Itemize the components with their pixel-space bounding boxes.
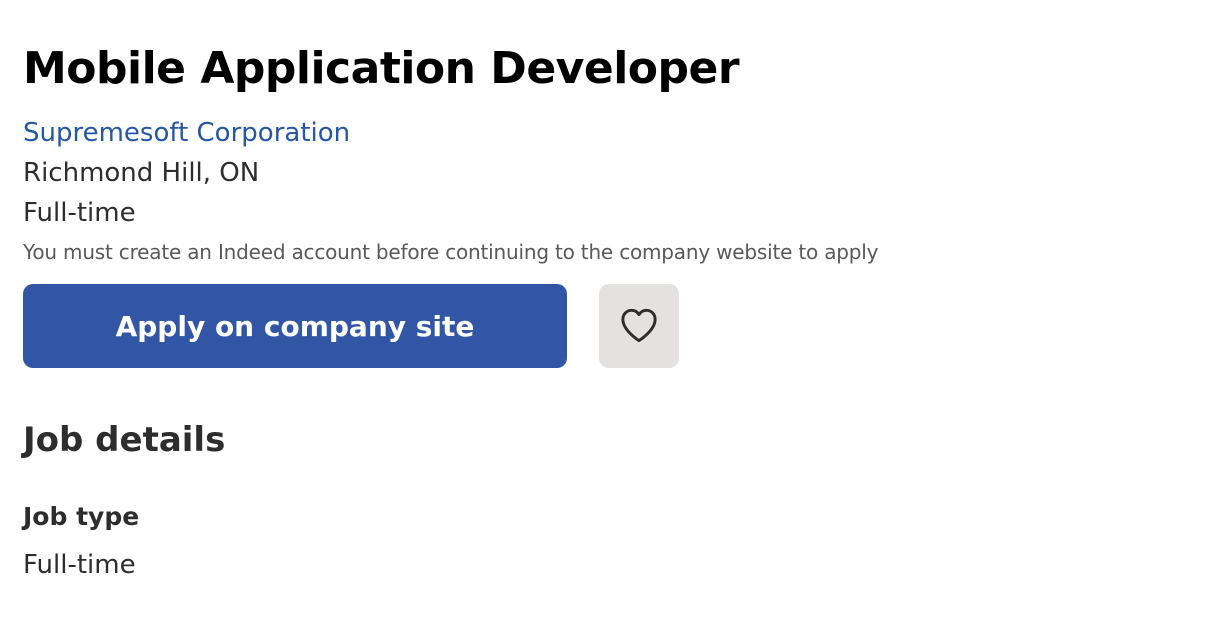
apply-on-company-site-button[interactable]: Apply on company site xyxy=(23,284,567,368)
job-title: Mobile Application Developer xyxy=(23,43,740,94)
save-job-button[interactable] xyxy=(599,284,679,368)
job-type-value: Full-time xyxy=(23,550,136,580)
job-type-label: Job type xyxy=(23,502,140,531)
job-type-summary: Full-time xyxy=(23,198,136,228)
job-location: Richmond Hill, ON xyxy=(23,158,260,188)
company-link[interactable]: Supremesoft Corporation xyxy=(23,116,350,150)
heart-outline-icon xyxy=(617,303,661,350)
apply-button-label: Apply on company site xyxy=(115,309,475,343)
account-notice: You must create an Indeed account before… xyxy=(23,240,879,264)
job-details-heading: Job details xyxy=(23,420,226,460)
